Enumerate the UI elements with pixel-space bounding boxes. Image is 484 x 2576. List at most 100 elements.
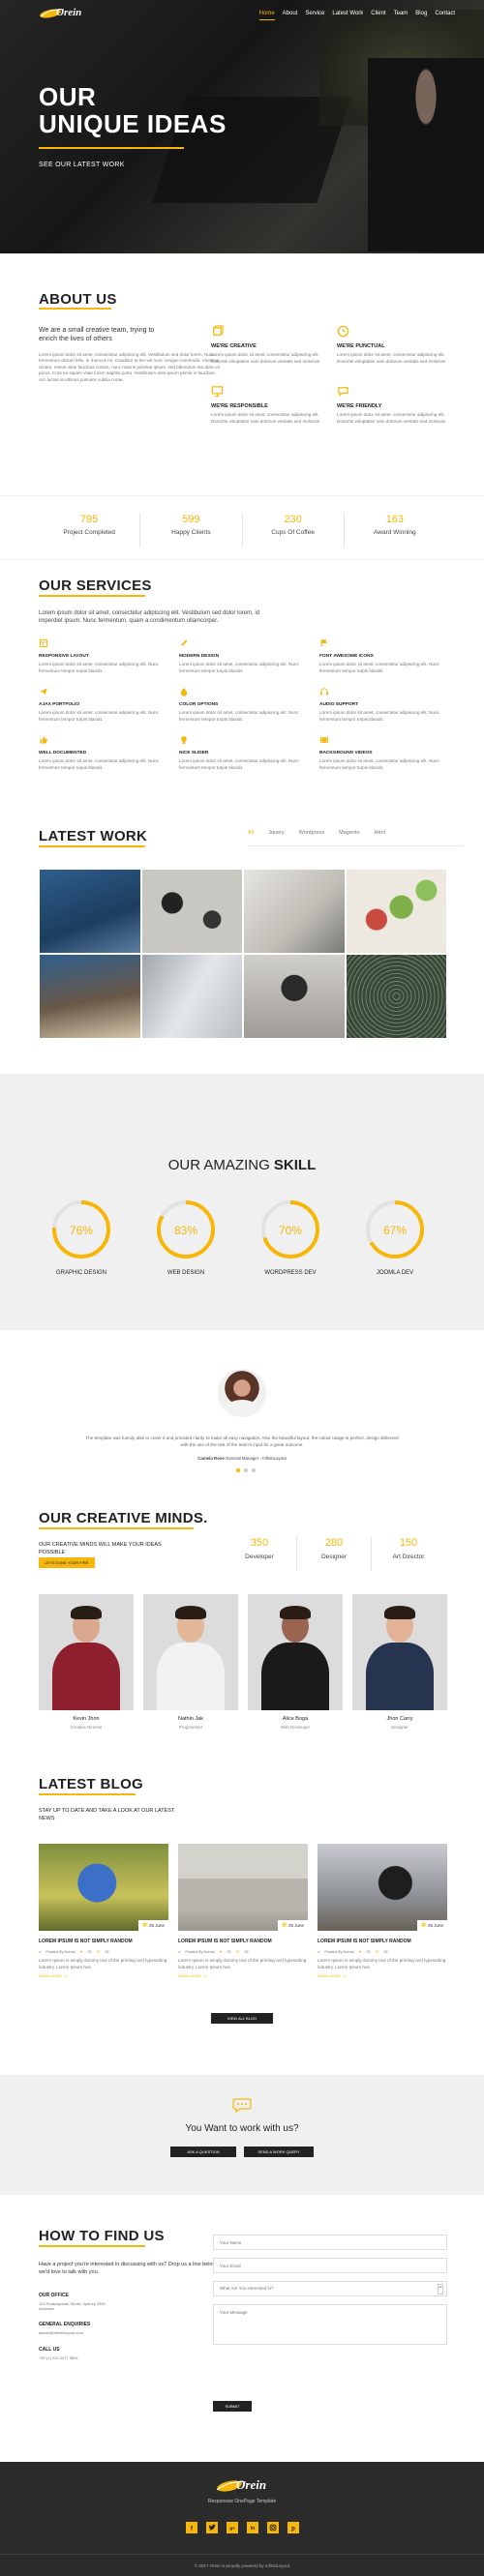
blog-image[interactable]: ▦ 25 June	[178, 1844, 308, 1931]
facebook-button[interactable]: f	[185, 2522, 197, 2533]
team-member-card[interactable]: Nathin Jak Programmer	[143, 1594, 238, 1731]
calendar-icon: ▦	[142, 1922, 147, 1929]
footer-logo[interactable]: Orein	[215, 2476, 266, 2494]
pinterest-button[interactable]: p	[287, 2522, 299, 2533]
enquiries-email[interactable]: admin@infinitelayout.com	[39, 2330, 90, 2335]
ask-question-button[interactable]: ASK A QUESTION	[170, 2147, 236, 2158]
flag-icon	[319, 638, 329, 648]
filter-html[interactable]: Html	[375, 830, 385, 837]
contact-underline	[39, 2245, 145, 2247]
nav-item-home[interactable]: Home	[258, 10, 275, 21]
hero-cta-link[interactable]: SEE OUR LATEST WORK	[39, 161, 125, 169]
comment-icon: ✉	[235, 1948, 240, 1954]
team-member-card[interactable]: Kevin Jhon Creative Director	[39, 1594, 134, 1731]
submit-button[interactable]: SUBMIT	[213, 2401, 252, 2413]
call-number[interactable]: +00 (1) 222 4477 5894	[39, 2355, 78, 2360]
team-lead: OUR CREATIVE MINDS WILL MAKE YOUR IDEAS …	[39, 1542, 162, 1555]
filter-jquery[interactable]: Jquery	[268, 830, 285, 837]
feature-title: WE'RE RESPONSIBLE	[211, 402, 268, 409]
filter-magento[interactable]: Magento	[339, 830, 359, 837]
call-label: CALL US	[39, 2347, 60, 2353]
nav-item-team[interactable]: Team	[394, 10, 408, 20]
service-item: RESPONSIVE LAYOUT Lorem ipsum dolor sit a…	[39, 638, 166, 674]
stat-label: Project Completed	[63, 529, 115, 536]
filter-all[interactable]: All	[248, 830, 254, 837]
nav-item-client[interactable]: Client	[371, 10, 385, 20]
portfolio-item[interactable]	[345, 869, 447, 954]
nav-item-about[interactable]: About	[283, 10, 298, 20]
service-title: RESPONSIVE LAYOUT	[39, 653, 89, 659]
team-count-item: 150 Art Director	[372, 1536, 445, 1571]
about-underline	[39, 308, 111, 310]
user-icon: ●	[178, 1948, 181, 1954]
cta-icon	[232, 2097, 252, 2113]
email-field[interactable]	[213, 2258, 447, 2273]
service-text: Lorem ipsum dolor sit amet, consectetur …	[39, 758, 159, 770]
team-button[interactable]: LETS DONE YOUR FIRE	[39, 1557, 95, 1569]
service-item: COLOR OPTIONS Lorem ipsum dolor sit amet,…	[179, 687, 307, 723]
twitter-button[interactable]	[205, 2522, 218, 2533]
portfolio-item[interactable]	[243, 869, 346, 954]
service-text: Lorem ipsum dolor sit amet, consectetur …	[319, 758, 439, 770]
read-more-link[interactable]: READ MORE >>	[178, 1973, 308, 1978]
service-text: Lorem ipsum dolor sit amet, consectetur …	[179, 758, 299, 770]
stats-top-border	[0, 495, 484, 496]
enquiries-label: GENERAL ENQUIRIES	[39, 2322, 91, 2327]
work-title: LATEST WORK	[39, 828, 148, 844]
svg-text:f: f	[190, 2526, 193, 2532]
blog-image[interactable]: ▦ 25 June	[39, 1844, 168, 1931]
portfolio-item[interactable]	[39, 954, 141, 1039]
read-more-link[interactable]: READ MORE >>	[318, 1973, 447, 1978]
team-member-card[interactable]: Jhon Carry Designer	[352, 1594, 447, 1731]
service-item: AUDIO SUPPORT Lorem ipsum dolor sit amet,…	[319, 687, 447, 723]
team-counts: 350 Developer 280 Designer 150 Art Director	[223, 1536, 445, 1571]
skill-label: WEB DESIGN	[166, 1270, 205, 1276]
blog-meta: ● Posted By Admin ♥ 25 ✉ 15	[39, 1949, 168, 1954]
logo[interactable]: Orein	[39, 6, 81, 20]
portfolio-item[interactable]	[345, 954, 447, 1039]
blog-post-title[interactable]: LOREM IPSUM IS NOT SIMPLY RANDOM	[39, 1939, 168, 1945]
google-plus-button[interactable]: g+	[226, 2522, 238, 2533]
testimonial-dot[interactable]	[244, 1468, 248, 1472]
nav-item-latest-work[interactable]: Latest Work	[332, 10, 363, 20]
portfolio-item[interactable]	[243, 954, 346, 1039]
skill-label: JOOMLA DEV	[376, 1270, 414, 1276]
blog-post-title[interactable]: LOREM IPSUM IS NOT SIMPLY RANDOM	[178, 1939, 308, 1945]
blog-date: 25 June	[287, 1922, 304, 1928]
portfolio-item[interactable]	[140, 869, 243, 954]
skill-ring: 83%	[154, 1198, 218, 1261]
feature-item: WE'RE FRIENDLY Lorem ipsum dolor sit amet…	[337, 385, 451, 425]
linkedin-button[interactable]: in	[246, 2522, 258, 2533]
hero-title-line2: UNIQUE IDEAS	[39, 109, 227, 138]
service-select[interactable]: What Are You interested in? ▴▾	[213, 2281, 447, 2296]
blog-lead: STAY UP TO DATE AND TAKE A LOOK AT OUR L…	[39, 1808, 175, 1821]
blog-author: Posted By Admin	[185, 1948, 215, 1954]
blog-post-title[interactable]: LOREM IPSUM IS NOT SIMPLY RANDOM	[318, 1939, 447, 1945]
read-more-link[interactable]: READ MORE >>	[39, 1973, 168, 1978]
service-title: AJAX PORTFOLIO	[39, 701, 80, 707]
blog-meta: ● Posted By Admin ♥ 25 ✉ 15	[178, 1949, 308, 1954]
service-title: FONT AWESOME ICONS	[319, 653, 374, 659]
send-work-query-button[interactable]: SEND A WORK QUERY	[244, 2147, 314, 2158]
service-title: BACKGROUND VIDEOS	[319, 750, 373, 755]
view-all-blog-button[interactable]: VIEW ALL BLOG	[211, 2013, 273, 2025]
testimonial-dot[interactable]	[236, 1468, 240, 1472]
skill-item: 70% WORDPRESS DEV	[252, 1198, 329, 1277]
name-field[interactable]	[213, 2235, 447, 2250]
layout-icon	[39, 638, 48, 648]
instagram-button[interactable]	[266, 2522, 279, 2533]
portfolio-item[interactable]	[140, 954, 243, 1039]
portfolio-item[interactable]	[39, 869, 141, 954]
blog-image[interactable]: ▦ 25 June	[318, 1844, 447, 1931]
filter-wordpress[interactable]: Wordpress	[299, 830, 325, 837]
message-field[interactable]	[213, 2304, 447, 2345]
nav-item-service[interactable]: Service	[305, 10, 324, 20]
comment-icon: ✉	[96, 1948, 101, 1954]
team-member-card[interactable]: Alice Boga Web Developer	[248, 1594, 343, 1731]
contact-call: CALL US +00 (1) 222 4477 5894	[39, 2347, 78, 2360]
testimonial-dot[interactable]	[252, 1468, 256, 1472]
team-title: OUR CREATIVE MINDS.	[39, 1510, 208, 1526]
nav-item-blog[interactable]: Blog	[415, 10, 427, 20]
nav-item-contact[interactable]: Contact	[435, 10, 455, 20]
member-hair	[175, 1606, 206, 1619]
